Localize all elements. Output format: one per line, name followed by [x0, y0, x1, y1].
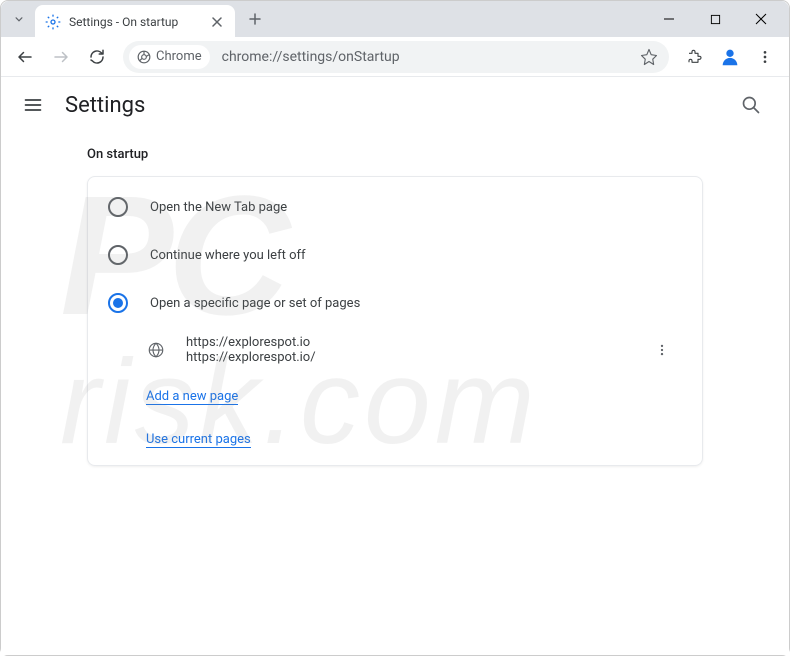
back-button[interactable] [9, 41, 41, 73]
url-text: chrome://settings/onStartup [222, 49, 635, 65]
radio-icon [108, 245, 128, 265]
maximize-icon [710, 14, 721, 25]
close-window-button[interactable] [747, 5, 775, 33]
profile-button[interactable] [715, 42, 745, 72]
use-current-pages-link[interactable]: Use current pages [146, 432, 251, 448]
plus-icon [249, 13, 261, 25]
minimize-button[interactable] [655, 5, 683, 33]
extensions-button[interactable] [679, 41, 711, 73]
startup-page-row: https://explorespot.io https://exploresp… [88, 327, 702, 373]
option-new-tab[interactable]: Open the New Tab page [88, 183, 702, 231]
startup-options-card: Open the New Tab page Continue where you… [87, 176, 703, 466]
menu-button[interactable] [749, 41, 781, 73]
chrome-badge: Chrome [129, 45, 210, 69]
hamburger-icon [23, 95, 43, 115]
bookmark-button[interactable] [635, 43, 663, 71]
use-current-row: Use current pages [88, 416, 702, 459]
toolbar: Chrome chrome://settings/onStartup [1, 37, 789, 77]
globe-icon [146, 340, 166, 360]
profile-icon [719, 46, 741, 68]
radio-icon-selected [108, 293, 128, 313]
tab-title: Settings - On startup [69, 15, 201, 29]
titlebar: Settings - On startup [1, 1, 789, 37]
option-continue[interactable]: Continue where you left off [88, 231, 702, 279]
section-title: On startup [87, 147, 703, 162]
add-new-page-link[interactable]: Add a new page [146, 389, 238, 405]
close-icon [755, 13, 767, 25]
puzzle-icon [686, 48, 704, 66]
option-specific-page[interactable]: Open a specific page or set of pages [88, 279, 702, 327]
chevron-down-icon [12, 12, 26, 26]
maximize-button[interactable] [701, 5, 729, 33]
close-icon [212, 17, 222, 27]
reload-icon [88, 48, 106, 66]
tab-close-button[interactable] [209, 14, 225, 30]
option-label: Continue where you left off [150, 248, 306, 263]
option-label: Open the New Tab page [150, 200, 287, 215]
address-bar[interactable]: Chrome chrome://settings/onStartup [123, 41, 669, 73]
startup-page-url: https://explorespot.io/ [186, 350, 628, 365]
minimize-icon [663, 13, 675, 25]
browser-tab[interactable]: Settings - On startup [35, 5, 235, 39]
forward-button[interactable] [45, 41, 77, 73]
chrome-logo-icon [137, 50, 151, 64]
chrome-badge-text: Chrome [156, 49, 202, 64]
arrow-left-icon [16, 48, 34, 66]
search-icon [741, 95, 761, 115]
settings-header: Settings [1, 77, 789, 133]
option-label: Open a specific page or set of pages [150, 296, 360, 311]
startup-page-title: https://explorespot.io [186, 335, 628, 350]
kebab-icon [655, 343, 669, 357]
reload-button[interactable] [81, 41, 113, 73]
add-page-row: Add a new page [88, 373, 702, 416]
page-title: Settings [65, 93, 713, 118]
search-settings-button[interactable] [733, 87, 769, 123]
settings-menu-button[interactable] [21, 93, 45, 117]
tab-search-dropdown[interactable] [5, 5, 33, 33]
new-tab-button[interactable] [241, 5, 269, 33]
arrow-right-icon [52, 48, 70, 66]
settings-gear-icon [45, 14, 61, 30]
radio-icon [108, 197, 128, 217]
page-item-menu-button[interactable] [648, 336, 676, 364]
kebab-icon [757, 49, 773, 65]
star-icon [640, 48, 658, 66]
